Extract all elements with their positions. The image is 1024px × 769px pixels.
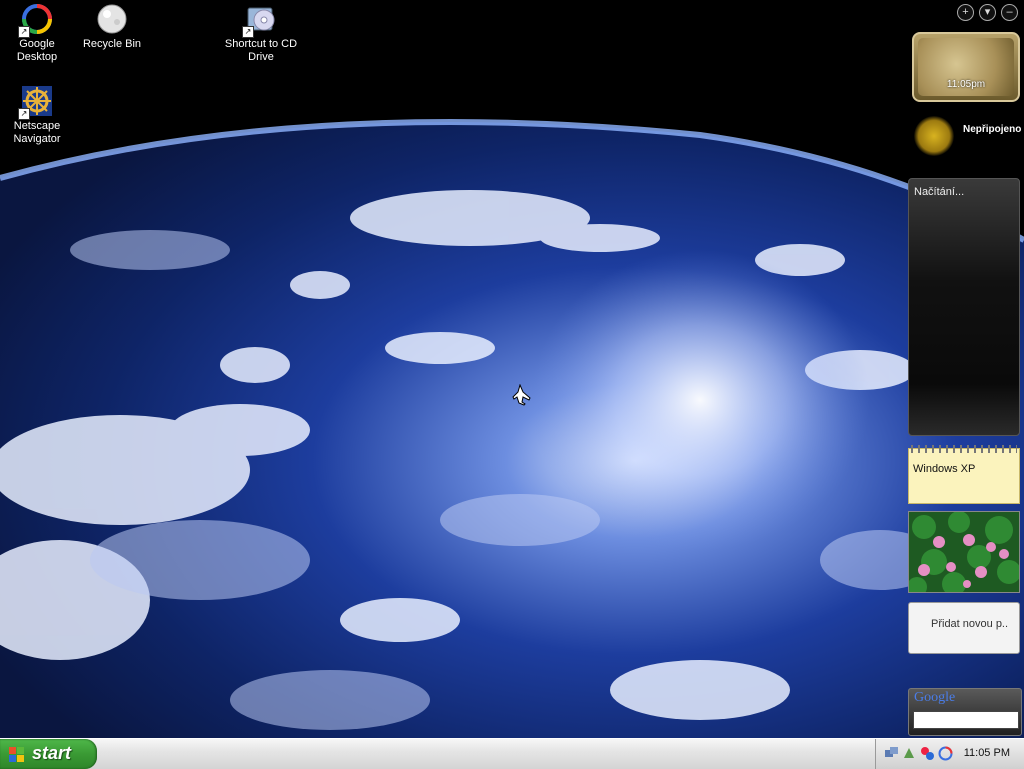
sidebar-add-gadget-button[interactable]: + <box>957 4 974 21</box>
lotus-flowers-image <box>909 512 1019 592</box>
google-logo: Google <box>914 690 955 706</box>
desktop-icon-label: Google Desktop <box>16 38 58 63</box>
recycle-bin-icon <box>95 2 129 36</box>
google-desktop-icon: ↗ <box>18 2 54 38</box>
shortcut-arrow-icon: ↗ <box>18 108 30 120</box>
tray-clock[interactable]: 11:05 PM <box>964 747 1010 759</box>
shortcut-arrow-icon: ↗ <box>242 26 254 38</box>
start-button[interactable]: start <box>0 739 97 769</box>
world-clock-gadget[interactable]: 11:05pm <box>912 32 1020 102</box>
weather-gadget[interactable]: Nepřipojeno <box>912 112 1022 164</box>
desktop-icon-netscape[interactable]: ↗ Netscape Navigator <box>0 84 74 146</box>
windows-flag-icon <box>9 747 24 762</box>
sidebar-menu-button[interactable]: ▾ <box>979 4 996 21</box>
notes-gadget[interactable]: Windows XP <box>908 445 1020 504</box>
mouse-cursor-icon <box>512 383 532 411</box>
desktop-icon-label: Shortcut to CD Drive <box>224 38 298 63</box>
desktop-icon-label: Netscape Navigator <box>13 120 61 145</box>
desktop-wallpaper <box>0 0 1024 738</box>
network-icon[interactable] <box>884 746 899 761</box>
google-logo-text: Google <box>914 690 956 705</box>
cd-drive-icon: ↗ <box>242 2 278 38</box>
desktop-icon-recycle-bin[interactable]: Recycle Bin <box>75 2 149 51</box>
news-feed-gadget[interactable]: Načítání... <box>908 178 1020 436</box>
google-desktop-tray-icon[interactable] <box>938 746 953 761</box>
google-search-gadget: Google <box>908 688 1022 736</box>
desktop-icon-google-desktop[interactable]: ↗ Google Desktop <box>0 2 74 64</box>
sidebar-tray-icon[interactable] <box>902 746 917 761</box>
weather-status: Nepřipojeno <box>963 124 1022 135</box>
clock-time: 11:05pm <box>946 79 986 90</box>
sidebar-minimize-button[interactable]: – <box>1001 4 1018 21</box>
sun-icon <box>914 116 954 156</box>
note-text: Windows XP <box>913 463 976 475</box>
add-gadget-text: Přidat novou p.. <box>931 618 1009 630</box>
desktop-icon-label: Recycle Bin <box>82 38 142 50</box>
start-label: start <box>32 743 72 763</box>
shortcut-arrow-icon: ↗ <box>18 26 30 38</box>
security-icon[interactable] <box>920 746 935 761</box>
add-gadget-panel[interactable]: Přidat novou p.. <box>908 602 1020 654</box>
notepad-rings <box>911 445 1017 453</box>
system-tray: 11:05 PM <box>875 739 1024 769</box>
netscape-navigator-icon: ↗ <box>18 84 54 120</box>
feed-loading-text: Načítání... <box>914 186 965 198</box>
google-search-input[interactable] <box>913 711 1019 729</box>
desktop-icon-cd-drive[interactable]: ↗ Shortcut to CD Drive <box>224 2 298 64</box>
slideshow-gadget[interactable] <box>908 511 1020 593</box>
taskbar: start 11:05 PM <box>0 738 1024 769</box>
